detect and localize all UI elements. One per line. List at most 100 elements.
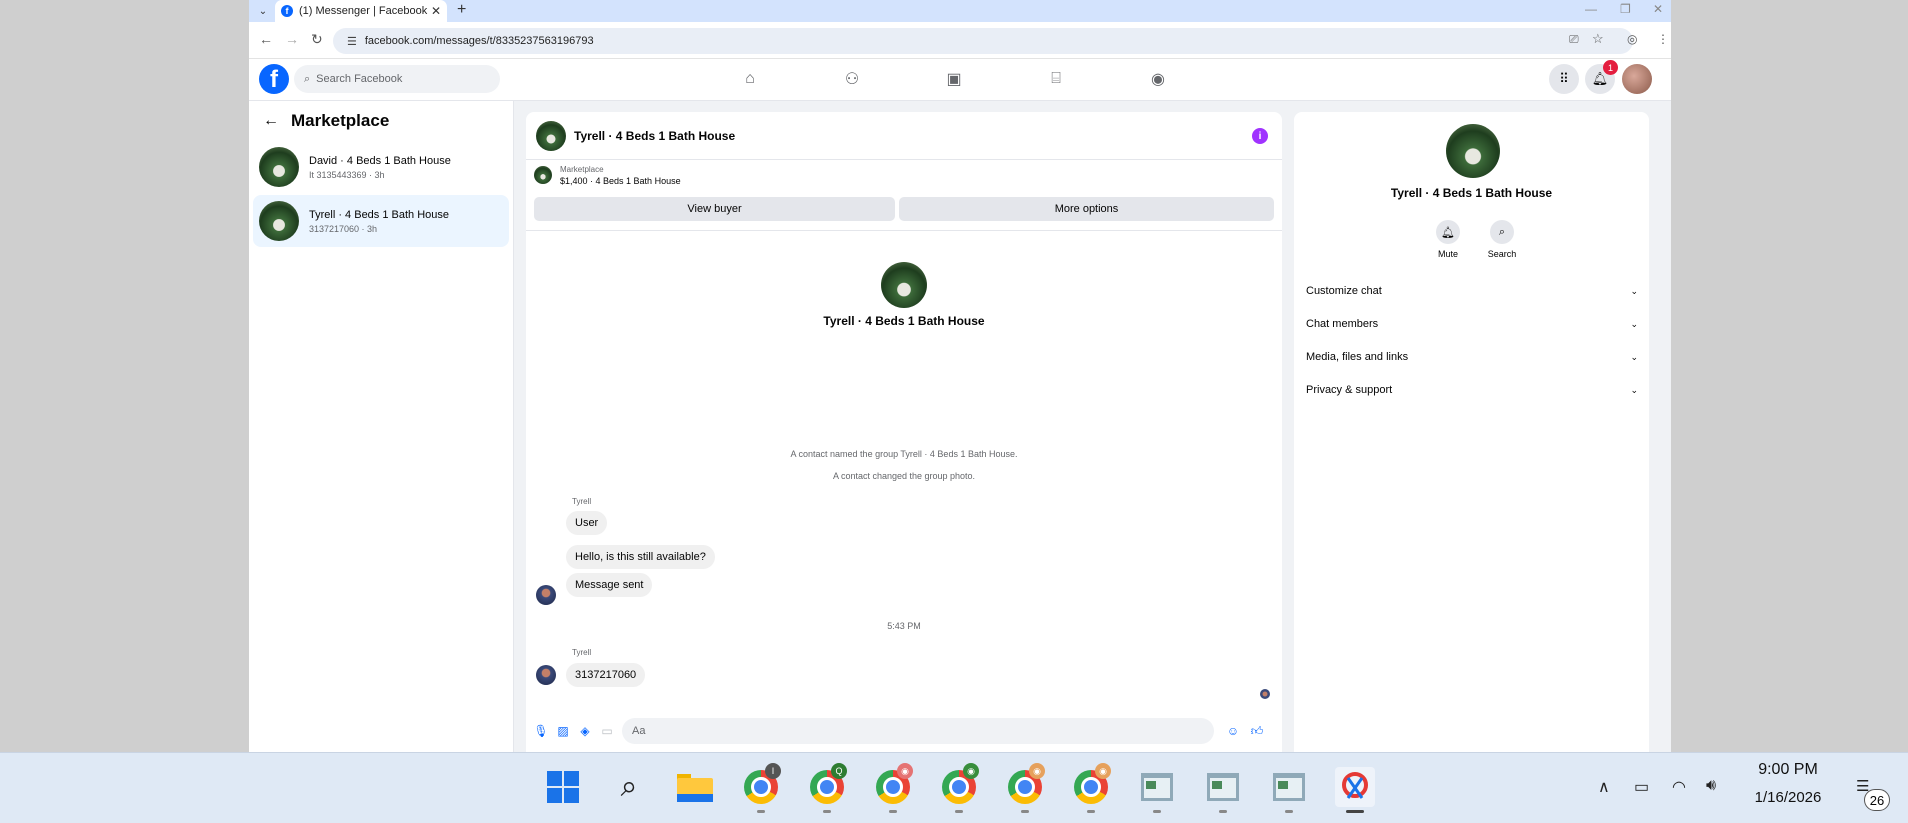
chevron-down-icon: ⌄: [1630, 384, 1638, 395]
home-icon[interactable]: ⌂: [739, 68, 761, 90]
conversation-name: Tyrell · 4 Beds 1 Bath House: [309, 208, 450, 221]
chat-members-section[interactable]: Chat members ⌄: [1306, 314, 1638, 334]
bookmark-star-icon[interactable]: ☆: [1592, 31, 1604, 47]
media-files-links-section[interactable]: Media, files and links ⌄: [1306, 347, 1638, 367]
volume-icon[interactable]: 🔊︎: [1706, 777, 1716, 795]
profile-icon[interactable]: ◎: [1627, 32, 1637, 46]
chrome-profile-4-icon[interactable]: ◉: [939, 763, 979, 813]
groups-icon[interactable]: ◉: [1147, 68, 1169, 90]
message-bubble[interactable]: User: [566, 511, 608, 535]
app-window-icon[interactable]: [1137, 767, 1177, 813]
address-bar-row: ← → ↻ ☰ facebook.com/messages/t/83352375…: [249, 22, 1671, 59]
conversation-item-selected[interactable]: Tyrell · 4 Beds 1 Bath House 3137217060 …: [253, 195, 509, 247]
marketplace-listing[interactable]: Marketplace $1,400 · 4 Beds 1 Bath House: [534, 164, 1274, 186]
sticker-icon[interactable]: ◈: [578, 724, 592, 738]
back-icon[interactable]: ←: [259, 31, 273, 47]
close-tab-icon[interactable]: ✕: [431, 4, 441, 18]
view-buyer-button[interactable]: View buyer: [534, 197, 895, 221]
chrome-profile-5-icon[interactable]: ◉: [1005, 763, 1045, 813]
search-label: Search: [1487, 249, 1517, 259]
chat-title[interactable]: Tyrell · 4 Beds 1 Bath House: [574, 129, 735, 143]
gif-icon[interactable]: ▭: [600, 724, 614, 738]
conversation-preview: 3137217060 · 3h: [309, 223, 378, 234]
marketplace-icon[interactable]: ⌸: [1045, 68, 1067, 90]
conversation-item[interactable]: David · 4 Beds 1 Bath House It 313544336…: [253, 141, 509, 193]
bell-icon: 🔔︎: [1436, 220, 1460, 244]
file-explorer-icon[interactable]: [675, 767, 715, 807]
tab-bar: ⌄ f (1) Messenger | Facebook ✕ + — ❐ ✕: [249, 0, 1671, 22]
browser-tab[interactable]: f (1) Messenger | Facebook ✕: [275, 0, 447, 22]
search-icon[interactable]: ⌕: [609, 767, 649, 807]
listing-thumbnail: [534, 166, 552, 184]
customize-chat-section[interactable]: Customize chat ⌄: [1306, 281, 1638, 301]
forward-icon[interactable]: →: [285, 31, 299, 47]
message-timestamp: 5:43 PM: [887, 621, 921, 631]
url-field[interactable]: ☰ facebook.com/messages/t/83352375631967…: [333, 28, 1633, 54]
search-icon: ⌕: [304, 72, 311, 85]
photo-icon[interactable]: ▨: [556, 724, 570, 738]
info-icon[interactable]: i: [1252, 128, 1268, 144]
like-thumbs-up-icon[interactable]: 👍︎: [1250, 724, 1264, 738]
site-info-icon[interactable]: ☰: [347, 35, 357, 48]
show-hidden-icons-chevron-icon[interactable]: ∧: [1598, 777, 1610, 797]
notification-count-badge: 26: [1864, 789, 1890, 811]
install-app-icon[interactable]: ⎚: [1569, 32, 1579, 47]
chat-panel: Tyrell · 4 Beds 1 Bath House i Marketpla…: [526, 112, 1282, 752]
section-label: Customize chat: [1306, 285, 1382, 297]
facebook-header: f ⌕ Search Facebook ⌂ ⚇ ▣ ⌸ ◉ ⠿ 🔔︎ 1: [249, 59, 1671, 101]
conversation-sidebar: ← Marketplace David · 4 Beds 1 Bath Hous…: [249, 101, 514, 752]
apps-menu-icon[interactable]: ⠿: [1549, 64, 1579, 94]
section-label: Chat members: [1306, 318, 1379, 330]
facebook-search[interactable]: ⌕ Search Facebook: [294, 65, 500, 93]
browser-menu-icon[interactable]: ⋮: [1657, 32, 1669, 46]
back-arrow-icon[interactable]: ←: [263, 112, 279, 130]
conversation-thumbnail: [259, 147, 299, 187]
minimize-icon[interactable]: —: [1585, 2, 1597, 16]
app-window-icon[interactable]: [1269, 767, 1309, 813]
notification-badge: 1: [1603, 60, 1618, 75]
chrome-profile-1-icon[interactable]: I: [741, 763, 781, 813]
emoji-icon[interactable]: ☺: [1226, 724, 1240, 738]
tab-search-icon[interactable]: ⌄: [255, 2, 271, 20]
battery-icon[interactable]: ▭: [1634, 777, 1649, 797]
video-icon[interactable]: ▣: [943, 68, 965, 90]
restore-icon[interactable]: ❐: [1620, 2, 1631, 16]
wifi-icon[interactable]: ◠: [1672, 777, 1686, 797]
chrome-profile-3-icon[interactable]: ◉: [873, 763, 913, 813]
chevron-down-icon: ⌄: [1630, 285, 1638, 296]
more-options-button[interactable]: More options: [899, 197, 1274, 221]
chrome-profile-2-icon[interactable]: Q: [807, 763, 847, 813]
url-text: facebook.com/messages/t/8335237563196793: [364, 35, 594, 47]
account-avatar[interactable]: [1622, 64, 1652, 94]
facebook-favicon-icon: f: [281, 5, 293, 17]
new-tab-icon[interactable]: +: [457, 1, 466, 19]
chat-avatar[interactable]: [536, 120, 566, 151]
app-window-icon[interactable]: [1203, 767, 1243, 813]
search-placeholder: Search Facebook: [316, 73, 403, 85]
mute-label: Mute: [1437, 249, 1458, 259]
privacy-support-section[interactable]: Privacy & support ⌄: [1306, 380, 1638, 400]
search-in-chat-button[interactable]: ⌕ Search: [1477, 220, 1527, 259]
reload-icon[interactable]: ↻: [311, 31, 323, 48]
taskbar: ⌕ I Q ◉ ◉ ◉ ◉ ∧ ▭ ◠ 🔊︎ 9:00 PM 1/16/2026…: [0, 752, 1908, 823]
sender-avatar[interactable]: [536, 585, 556, 605]
message-bubble[interactable]: 3137217060: [566, 663, 646, 687]
snipping-tool-icon[interactable]: [1335, 767, 1375, 813]
group-photo[interactable]: [881, 262, 927, 308]
friends-icon[interactable]: ⚇: [841, 68, 863, 90]
mute-button[interactable]: 🔔︎ Mute: [1423, 220, 1473, 259]
facebook-logo[interactable]: f: [259, 64, 289, 94]
conversation-preview: It 3135443369 · 3h: [309, 169, 385, 180]
microphone-icon[interactable]: 🎙︎: [533, 724, 548, 738]
close-window-icon[interactable]: ✕: [1653, 2, 1663, 16]
start-windows-icon[interactable]: [543, 767, 583, 807]
group-name: Tyrell · 4 Beds 1 Bath House: [823, 314, 985, 328]
sender-avatar[interactable]: [536, 665, 556, 685]
message-input[interactable]: Aa: [622, 718, 1214, 744]
chrome-profile-6-icon[interactable]: ◉: [1071, 763, 1111, 813]
message-bubble[interactable]: Hello, is this still available?: [566, 545, 715, 569]
details-name: Tyrell · 4 Beds 1 Bath House: [1390, 186, 1553, 200]
taskbar-clock[interactable]: 9:00 PM 1/16/2026: [1740, 761, 1836, 806]
message-bubble[interactable]: Message sent: [566, 573, 653, 597]
details-avatar[interactable]: [1446, 124, 1500, 178]
